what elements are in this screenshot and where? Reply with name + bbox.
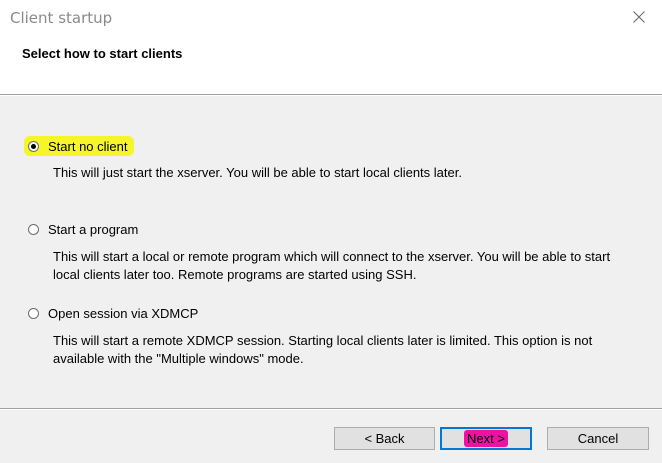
page-title: Select how to start clients	[22, 46, 183, 61]
option-label: Open session via XDMCP	[48, 305, 199, 321]
next-button[interactable]: Next >	[440, 427, 532, 450]
back-button[interactable]: < Back	[334, 427, 435, 450]
title-bar: Client startup	[0, 0, 662, 36]
client-startup-dialog: Client startup Select how to start clien…	[0, 0, 662, 463]
next-button-label: Next >	[464, 430, 508, 447]
option-open-session-xdmcp[interactable]: Open session via XDMCP	[28, 303, 198, 323]
cancel-button[interactable]: Cancel	[547, 427, 649, 450]
option-label: Start a program	[48, 221, 139, 237]
window-title: Client startup	[10, 9, 113, 27]
option-label: Start no client	[48, 138, 128, 154]
wizard-header: Select how to start clients	[0, 36, 662, 94]
radio-open-session-xdmcp[interactable]	[28, 307, 39, 319]
radio-start-a-program[interactable]	[28, 223, 39, 235]
option-start-a-program[interactable]: Start a program	[28, 219, 138, 239]
close-button[interactable]	[616, 0, 662, 34]
option-description: This will just start the xserver. You wi…	[53, 165, 462, 180]
close-icon	[633, 11, 645, 23]
cancel-button-label: Cancel	[577, 431, 619, 446]
radio-start-no-client[interactable]	[28, 140, 39, 152]
highlight-mark: Start no client	[24, 136, 134, 156]
footer-divider-highlight	[0, 409, 662, 410]
header-divider-highlight	[0, 95, 662, 96]
option-description: This will start a local or remote progra…	[53, 249, 611, 282]
option-description: This will start a remote XDMCP session. …	[53, 333, 593, 366]
option-start-no-client[interactable]: Start no client	[24, 136, 134, 156]
back-button-label: < Back	[364, 431, 405, 446]
